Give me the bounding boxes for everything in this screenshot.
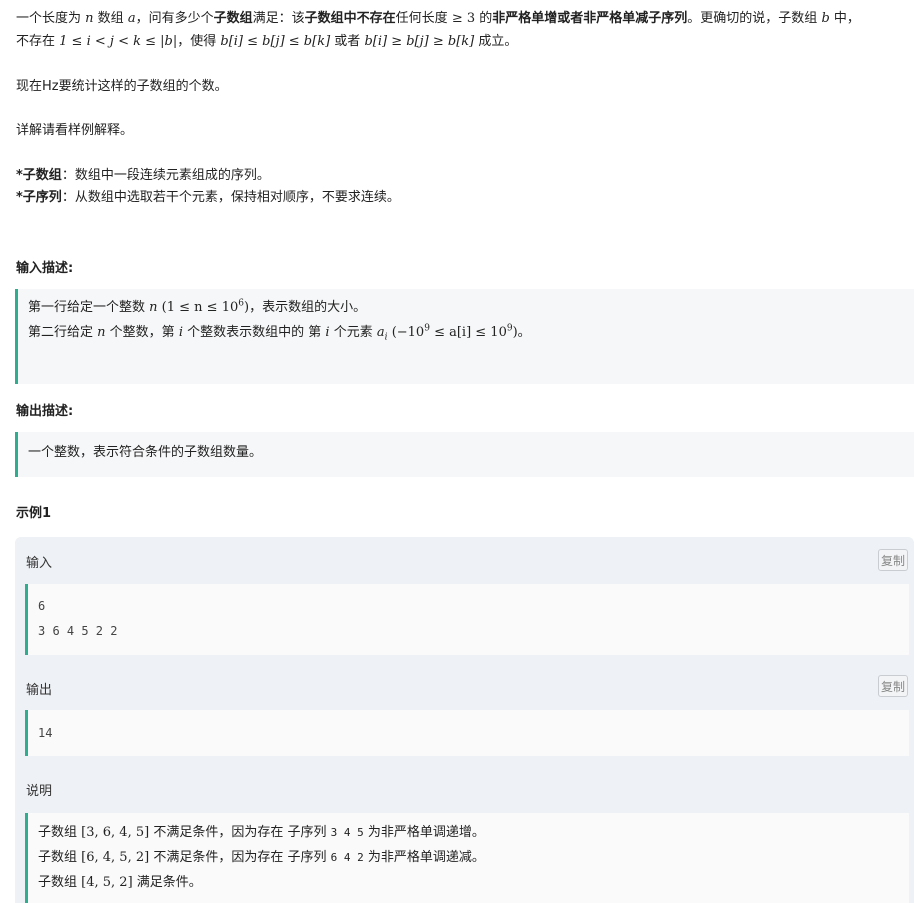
statement-text: 或者 — [334, 34, 361, 49]
output-desc-title: 输出描述: — [16, 404, 74, 419]
input-desc-title: 输入描述: — [16, 261, 74, 276]
sample-input-line: 3 6 4 5 2 2 — [38, 624, 118, 638]
math-i: i — [178, 325, 183, 340]
sample-output-label: 输出 — [26, 683, 53, 698]
sample-output-line: 14 — [38, 726, 53, 740]
math-ai: ai — [376, 325, 388, 343]
explain-text: 子数组 — [38, 825, 78, 840]
sample-input-box[interactable]: 6 3 6 4 5 2 2 — [25, 584, 909, 655]
copy-input-button[interactable]: 复制 — [878, 549, 908, 571]
explain-text: 为非严格单调递减。 — [367, 850, 485, 865]
math-array: [4, 5, 2] — [81, 875, 133, 890]
statement-text: ，使得 — [177, 34, 217, 49]
output-desc-text: 一个整数，表示符合条件的子数组数量。 — [28, 445, 263, 460]
explain-text: 为非严格单调递增。 — [367, 825, 485, 840]
math-array: [3, 6, 4, 5] — [81, 825, 150, 840]
desc-text: ，表示数组的大小。 — [249, 300, 367, 315]
math-range-text: ≤ a[i] ≤ 10 — [434, 325, 507, 340]
statement-text: 满足：该 — [252, 11, 305, 26]
statement-text: 不存在 — [16, 34, 56, 49]
math-i: i — [325, 325, 330, 340]
math-range-text: (1 ≤ n ≤ 10 — [161, 300, 239, 315]
bold-term: 子数组 — [213, 11, 253, 26]
explain-text: 不满足条件，因为存在 子序列 — [153, 825, 327, 840]
definition-text: ：数组中一段连续元素组成的序列。 — [61, 168, 270, 183]
example-panel: 输入 复制 6 3 6 4 5 2 2 输出 复制 14 说明 子数组 [3, … — [15, 537, 914, 903]
bold-term: 非严格单增或者非严格单减子序列 — [492, 11, 688, 26]
statement-line-2: 不存在 1 ≤ i < j < k ≤ |b|，使得 b[i] ≤ b[j] ≤… — [16, 31, 517, 53]
explain-text: 不满足条件，因为存在 子序列 — [153, 850, 327, 865]
math-a: a — [127, 11, 136, 26]
definition-term: *子序列 — [16, 190, 62, 205]
math-decreasing: b[i] ≥ b[j] ≥ b[k] — [364, 34, 475, 49]
input-desc-line-1: 第一行给定一个整数 n (1 ≤ n ≤ 106)，表示数组的大小。 — [28, 297, 366, 319]
statement-text: ，问有多少个 — [135, 11, 214, 26]
math-b: b — [821, 11, 830, 26]
desc-text: 个整数，第 — [109, 325, 175, 340]
statement-line-4: 详解请看样例解释。 — [16, 123, 134, 138]
math-range: (1 ≤ n ≤ 106) — [161, 299, 249, 315]
input-desc-line-2: 第二行给定 n 个整数，第 i 个整数表示数组中的 第 i 个元素 ai (−1… — [28, 322, 531, 344]
desc-text: 个整数表示数组中的 第 — [187, 325, 322, 340]
math-condition: 1 ≤ i < j < k ≤ |b| — [59, 34, 178, 49]
statement-line-1: 一个长度为 n 数组 a，问有多少个子数组满足：该子数组中不存在任何长度 ≥ 3… — [16, 8, 860, 30]
subsequence-code: 6 4 2 — [330, 851, 364, 864]
definition-subarray: *子数组：数组中一段连续元素组成的序列。 — [16, 165, 270, 187]
explanation-line-3: 子数组 [4, 5, 2] 满足条件。 — [38, 872, 202, 894]
math-subscript: i — [384, 332, 388, 343]
sample-input-label: 输入 — [26, 556, 53, 571]
math-n: n — [85, 11, 94, 26]
explanation-line-1: 子数组 [3, 6, 4, 5] 不满足条件，因为存在 子序列 3 4 5 为非… — [38, 822, 485, 844]
explanation-line-2: 子数组 [6, 4, 5, 2] 不满足条件，因为存在 子序列 6 4 2 为非… — [38, 847, 485, 869]
explanation-label: 说明 — [26, 784, 53, 799]
definition-term: *子数组 — [16, 168, 62, 183]
math-a: a — [376, 325, 385, 340]
statement-text: 中， — [833, 11, 860, 26]
desc-text: 。 — [517, 325, 531, 340]
math-value-range: (−109 ≤ a[i] ≤ 109) — [391, 323, 518, 340]
math-range-text: (−10 — [391, 325, 425, 340]
statement-text: 数组 — [97, 11, 124, 26]
desc-text: 个元素 — [333, 325, 373, 340]
explain-text: 子数组 — [38, 875, 78, 890]
copy-output-button[interactable]: 复制 — [878, 675, 908, 697]
explain-text: 子数组 — [38, 850, 78, 865]
sample-input-line: 6 — [38, 599, 46, 613]
statement-text: 。更确切的说，子数组 — [687, 11, 818, 26]
statement-text: 的 — [479, 11, 493, 26]
problem-page: 一个长度为 n 数组 a，问有多少个子数组满足：该子数组中不存在任何长度 ≥ 3… — [0, 0, 914, 903]
explain-text: 满足条件。 — [136, 875, 202, 890]
input-desc-box: 第一行给定一个整数 n (1 ≤ n ≤ 106)，表示数组的大小。 第二行给定… — [15, 289, 914, 384]
statement-line-3: 现在Hz要统计这样的子数组的个数。 — [16, 79, 228, 94]
subsequence-code: 3 4 5 — [330, 826, 364, 839]
statement-text: 成立。 — [478, 34, 518, 49]
bold-term: 子数组中不存在 — [304, 11, 396, 26]
math-n: n — [149, 300, 158, 315]
explanation-box: 子数组 [3, 6, 4, 5] 不满足条件，因为存在 子序列 3 4 5 为非… — [25, 813, 909, 903]
math-exponent: 9 — [424, 323, 430, 334]
statement-text: 任何长度 — [395, 11, 448, 26]
definition-subsequence: *子序列：从数组中选取若干个元素，保持相对顺序，不要求连续。 — [16, 187, 400, 209]
math-n: n — [97, 325, 106, 340]
sample-output-box[interactable]: 14 — [25, 710, 909, 756]
example-title: 示例1 — [16, 506, 52, 521]
math-ge3: ≥ 3 — [451, 11, 476, 26]
output-desc-box: 一个整数，表示符合条件的子数组数量。 — [15, 432, 914, 477]
desc-text: 第二行给定 — [28, 325, 94, 340]
statement-text: 一个长度为 — [16, 11, 82, 26]
math-array: [6, 4, 5, 2] — [81, 850, 150, 865]
math-increasing: b[i] ≤ b[j] ≤ b[k] — [220, 34, 331, 49]
definition-text: ：从数组中选取若干个元素，保持相对顺序，不要求连续。 — [61, 190, 400, 205]
desc-text: 第一行给定一个整数 — [28, 300, 146, 315]
